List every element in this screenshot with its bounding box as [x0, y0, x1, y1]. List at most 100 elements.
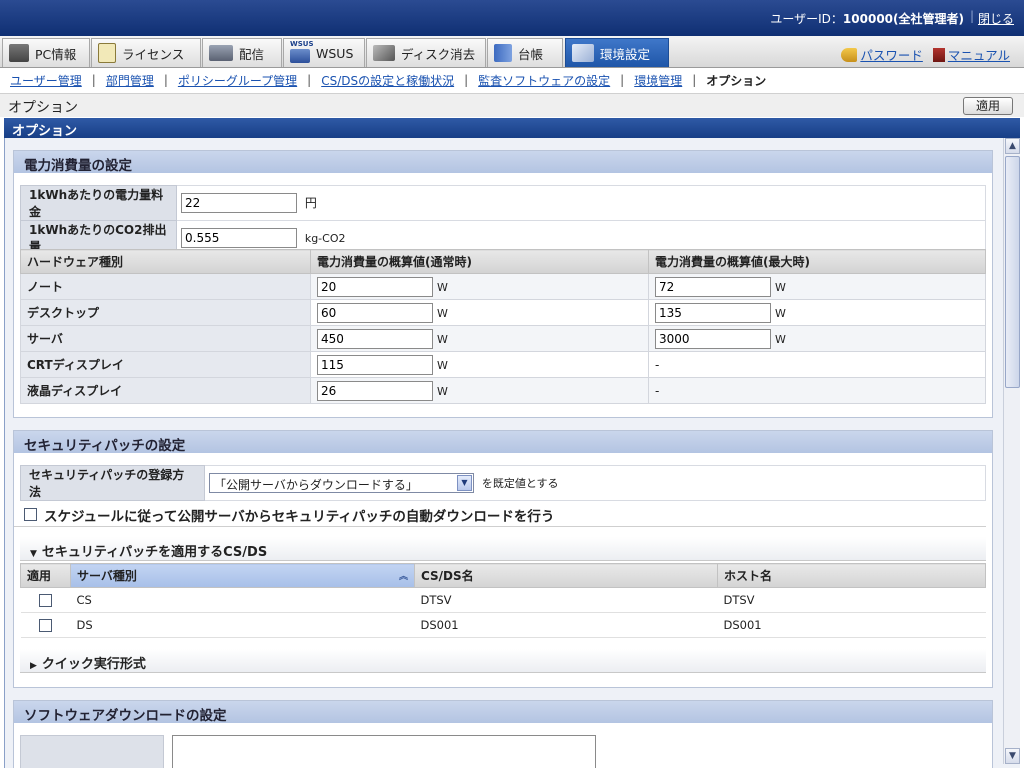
subnav-separator: | [464, 73, 469, 87]
patch-method-select[interactable]: 「公開サーバからダウンロードする」 ▼ [209, 473, 474, 493]
power-cost-table: 1kWhあたりの電力量料金 円 1kWhあたりのCO2排出量 kg-CO2 [20, 185, 986, 256]
max-cell: - [648, 351, 986, 378]
chevron-down-icon[interactable]: ▼ [457, 475, 472, 491]
sub-nav: ユーザー管理 | 部門管理 | ポリシーグループ管理 | CS/DSの設定と稼働状況 |… [0, 69, 1024, 91]
hw-name: サーバ [20, 325, 311, 352]
tab-distribution[interactable]: 配信 [202, 38, 282, 67]
tab-disk-erase[interactable]: ディスク消去 [366, 38, 486, 67]
scroll-down-icon[interactable]: ▼ [1005, 748, 1020, 764]
host-name-cell: DTSV [717, 587, 986, 613]
disk-erase-icon [373, 45, 395, 61]
tab-pc-info[interactable]: PC情報 [2, 38, 90, 67]
header-links: パスワード マニュアル [841, 45, 1010, 64]
top-bar: ユーザーID：100000(全社管理者) | 閉じる [0, 0, 1024, 36]
tools-icon [572, 44, 594, 62]
subnav-audit-software[interactable]: 監査ソフトウェアの設定 [478, 72, 610, 89]
tab-wsus[interactable]: WSUS WSUS [283, 38, 365, 67]
table-row: 液晶ディスプレイ W - [20, 377, 986, 404]
tab-label: 台帳 [518, 46, 544, 62]
quick-exec-subheading[interactable]: ▶ クイック実行形式 [20, 649, 986, 673]
page-title: オプション [8, 100, 78, 116]
table-row: ノート W W [20, 273, 986, 300]
tab-label: PC情報 [35, 46, 77, 62]
panel-header: オプション [4, 118, 1020, 139]
unit-label: W [437, 332, 448, 346]
patch-method-table: セキュリティパッチの登録方法 「公開サーバからダウンロードする」 ▼ を既定値と… [20, 465, 986, 501]
normal-power-input[interactable] [317, 380, 433, 401]
normal-power-input[interactable] [317, 276, 433, 297]
apply-cell [20, 587, 71, 613]
tab-label: WSUS [316, 45, 354, 61]
apply-checkbox[interactable] [39, 594, 52, 607]
subnav-user-management[interactable]: ユーザー管理 [10, 72, 82, 89]
user-id-value: 100000(全社管理者) [842, 12, 964, 26]
max-power-input[interactable] [655, 276, 771, 297]
auto-download-row: スケジュールに従って公開サーバからセキュリティパッチの自動ダウンロードを行う [14, 503, 986, 527]
topbar-separator: | [969, 9, 974, 23]
tab-environment-settings[interactable]: 環境設定 [565, 38, 669, 67]
price-input[interactable] [181, 193, 297, 213]
host-name-cell: DS001 [717, 612, 986, 638]
normal-power-input[interactable] [317, 302, 433, 323]
download-textarea[interactable] [172, 735, 596, 768]
subnav-separator: | [620, 73, 625, 87]
vertical-scrollbar[interactable]: ▲ ▼ [1003, 138, 1020, 764]
subnav-csds-settings[interactable]: CS/DSの設定と稼働状況 [321, 72, 454, 89]
normal-power-input[interactable] [317, 354, 433, 375]
apply-cell [20, 612, 71, 638]
subnav-separator: | [91, 73, 96, 87]
hw-name: CRTディスプレイ [20, 351, 311, 378]
license-icon [98, 43, 116, 63]
hardware-power-table: ハードウェア種別 電力消費量の概算値(通常時) 電力消費量の概算値(最大時) ノ… [20, 249, 986, 404]
tab-label: ライセンス [122, 46, 185, 62]
apply-checkbox[interactable] [39, 619, 52, 632]
hw-name: ノート [20, 273, 311, 300]
subnav-separator: | [307, 73, 312, 87]
ledger-icon [494, 44, 512, 62]
manual-link-label: マニュアル [947, 48, 1010, 63]
tab-label: 環境設定 [600, 46, 651, 62]
scroll-up-icon[interactable]: ▲ [1005, 138, 1020, 154]
table-row: デスクトップ W W [20, 299, 986, 326]
csds-name-cell: DS001 [414, 612, 718, 638]
user-id-label: ユーザーID： [770, 12, 843, 26]
subnav-department-management[interactable]: 部門管理 [106, 72, 154, 89]
user-info: ユーザーID：100000(全社管理者) [770, 10, 964, 27]
csds-table: 適用 サーバ種別 ︽ CS/DS名 ホスト名 CS DTSV DTSV DS D… [20, 563, 986, 638]
csds-subheading[interactable]: ▼ セキュリティパッチを適用するCS/DS [20, 537, 986, 561]
normal-power-input[interactable] [317, 328, 433, 349]
col-apply: 適用 [20, 563, 71, 588]
software-download-section: ソフトウェアダウンロードの設定 [13, 700, 993, 768]
normal-cell: W [310, 325, 649, 352]
manual-link[interactable]: マニュアル [932, 45, 1010, 64]
scroll-thumb[interactable] [1005, 156, 1020, 388]
distribution-icon [209, 45, 233, 61]
server-type-cell: DS [70, 612, 415, 638]
col-max-power: 電力消費量の概算値(最大時) [648, 249, 986, 274]
normal-cell: W [310, 299, 649, 326]
co2-input[interactable] [181, 228, 297, 248]
normal-cell: W [310, 273, 649, 300]
subnav-policy-group-management[interactable]: ポリシーグループ管理 [178, 72, 297, 89]
patch-method-cell: 「公開サーバからダウンロードする」 ▼ を既定値とする [204, 465, 986, 501]
price-unit: 円 [304, 196, 317, 210]
unit-label: W [437, 306, 448, 320]
tab-license[interactable]: ライセンス [91, 38, 201, 67]
hw-name: 液晶ディスプレイ [20, 377, 311, 404]
table-row: サーバ W W [20, 325, 986, 352]
password-link[interactable]: パスワード [841, 45, 923, 64]
key-icon [841, 47, 858, 62]
max-power-input[interactable] [655, 302, 771, 323]
subnav-environment-management[interactable]: 環境管理 [634, 72, 682, 89]
auto-download-checkbox[interactable] [24, 508, 37, 521]
col-hardware-type: ハードウェア種別 [20, 249, 311, 274]
close-link[interactable]: 閉じる [978, 10, 1014, 27]
quick-heading-label: クイック実行形式 [41, 657, 146, 672]
max-cell: W [648, 299, 986, 326]
apply-button[interactable]: 適用 [963, 97, 1013, 115]
col-server-type[interactable]: サーバ種別 ︽ [70, 563, 415, 588]
table-row: CRTディスプレイ W - [20, 351, 986, 378]
tab-ledger[interactable]: 台帳 [487, 38, 563, 67]
max-power-input[interactable] [655, 328, 771, 349]
col-server-type-label: サーバ種別 [77, 569, 137, 583]
